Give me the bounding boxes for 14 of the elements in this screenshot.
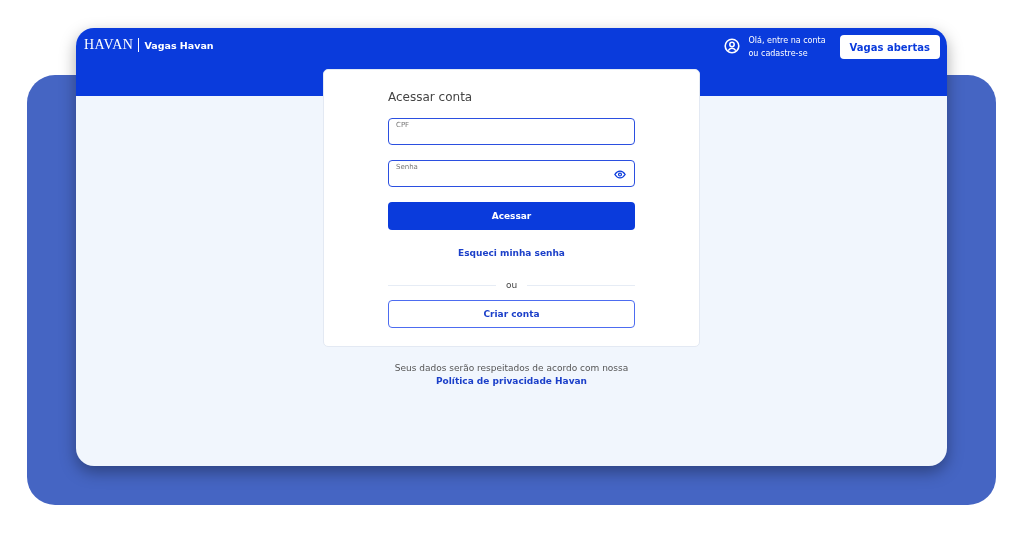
open-jobs-button[interactable]: Vagas abertas	[839, 35, 940, 59]
greeting-text[interactable]: ou cadastre-se	[748, 47, 826, 60]
card-title: Acessar conta	[388, 90, 474, 104]
separator-text: ou	[505, 280, 518, 290]
privacy-link[interactable]: Política de privacidade Havan	[436, 376, 587, 386]
greeting-text[interactable]: Olá, entre na conta	[748, 34, 826, 47]
create-account-button[interactable]: Criar conta	[388, 300, 635, 328]
site-name: Vagas Havan	[144, 39, 214, 51]
forgot-password-link[interactable]: Esqueci minha senha	[458, 248, 565, 258]
privacy-text: Seus dados serão respeitados de acordo com nossa	[394, 363, 629, 373]
eye-icon[interactable]	[614, 170, 626, 179]
logo[interactable]: HAVAN	[84, 37, 134, 53]
login-button[interactable]: Acessar	[388, 202, 635, 230]
user-icon[interactable]	[724, 38, 741, 54]
